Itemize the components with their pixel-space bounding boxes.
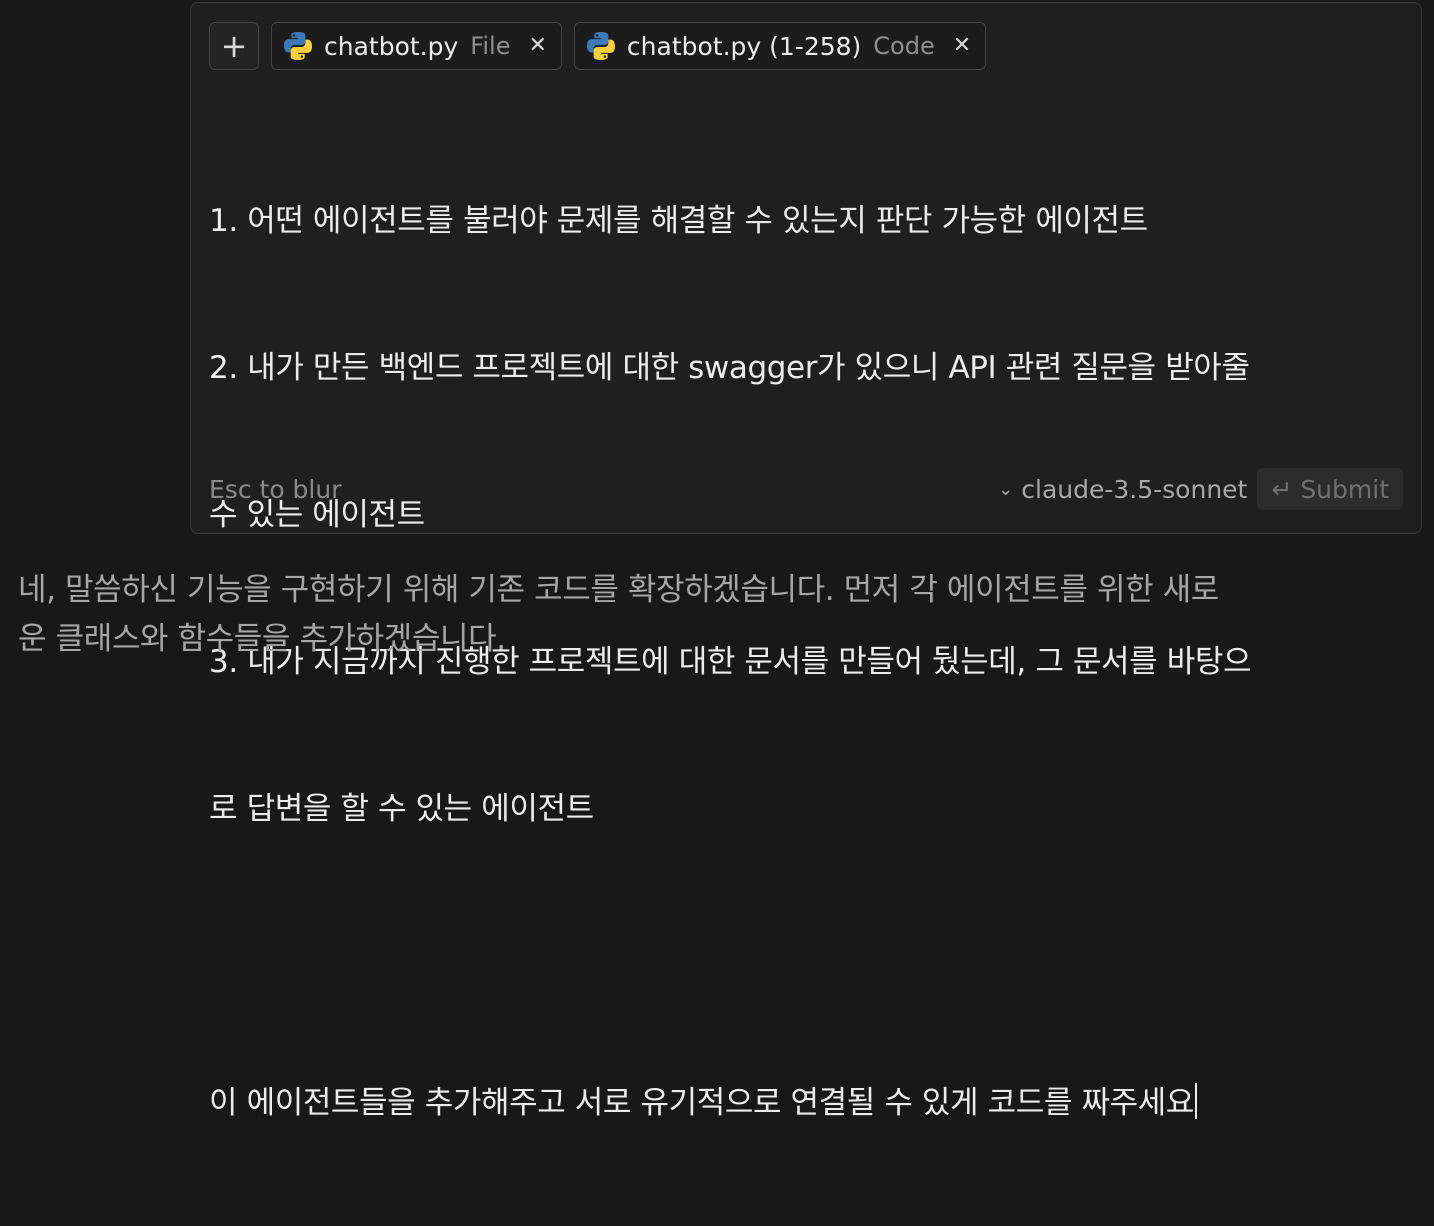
prompt-line-text: 이 에이전트들을 추가해주고 서로 유기적으로 연결될 수 있게 코드를 짜주세…	[209, 1085, 1194, 1121]
model-name: claude-3.5-sonnet	[1021, 474, 1248, 504]
close-icon[interactable]: ✕	[953, 35, 971, 57]
submit-label: Submit	[1300, 474, 1389, 504]
attachment-row: + chatbot.py File ✕ chatbot.py (1-258) C…	[209, 22, 987, 70]
python-icon	[586, 32, 615, 60]
return-icon: ↵	[1271, 474, 1293, 504]
prompt-line: 1. 어떤 에이전트를 불러야 문제를 해결할 수 있는지 판단 가능한 에이전…	[209, 203, 1148, 239]
attachment-chip-code[interactable]: chatbot.py (1-258) Code ✕	[573, 22, 987, 70]
assistant-response: 네, 말씀하신 기능을 구현하기 위해 기존 코드를 확장하겠습니다. 먼저 각…	[18, 566, 1408, 664]
attachment-kind: File	[470, 32, 511, 60]
prompt-line: 2. 내가 만든 백엔드 프로젝트에 대한 swagger가 있으니 API 관…	[209, 350, 1250, 386]
python-icon	[284, 32, 312, 60]
attachment-kind: Code	[873, 32, 935, 60]
submit-button[interactable]: ↵ Submit	[1257, 468, 1403, 510]
attachment-name: chatbot.py	[324, 31, 459, 61]
chat-composer: + chatbot.py File ✕ chatbot.py (1-258) C…	[190, 2, 1422, 1121]
add-context-button[interactable]: +	[209, 22, 259, 70]
esc-hint: Esc to blur	[209, 474, 342, 504]
composer-footer: Esc to blur ⌄ claude-3.5-sonnet ↵ Submit	[209, 467, 1403, 511]
response-line: 네, 말씀하신 기능을 구현하기 위해 기존 코드를 확장하겠습니다. 먼저 각…	[18, 572, 1219, 608]
prompt-line: 로 답변을 할 수 있는 에이전트	[209, 791, 594, 827]
close-icon[interactable]: ✕	[528, 35, 546, 57]
prompt-line-last: 이 에이전트들을 추가해주고 서로 유기적으로 연결될 수 있게 코드를 짜주세…	[209, 1079, 1409, 1128]
text-caret	[1194, 1083, 1197, 1119]
response-line: 운 클래스와 함수들을 추가하겠습니다.	[18, 621, 506, 657]
attachment-chip-file[interactable]: chatbot.py File ✕	[271, 22, 562, 70]
model-selector[interactable]: ⌄ claude-3.5-sonnet	[998, 475, 1247, 504]
plus-icon: +	[220, 27, 248, 65]
chevron-down-icon: ⌄	[998, 478, 1014, 500]
attachment-name: chatbot.py (1-258)	[626, 31, 862, 61]
prompt-line	[209, 932, 1409, 981]
